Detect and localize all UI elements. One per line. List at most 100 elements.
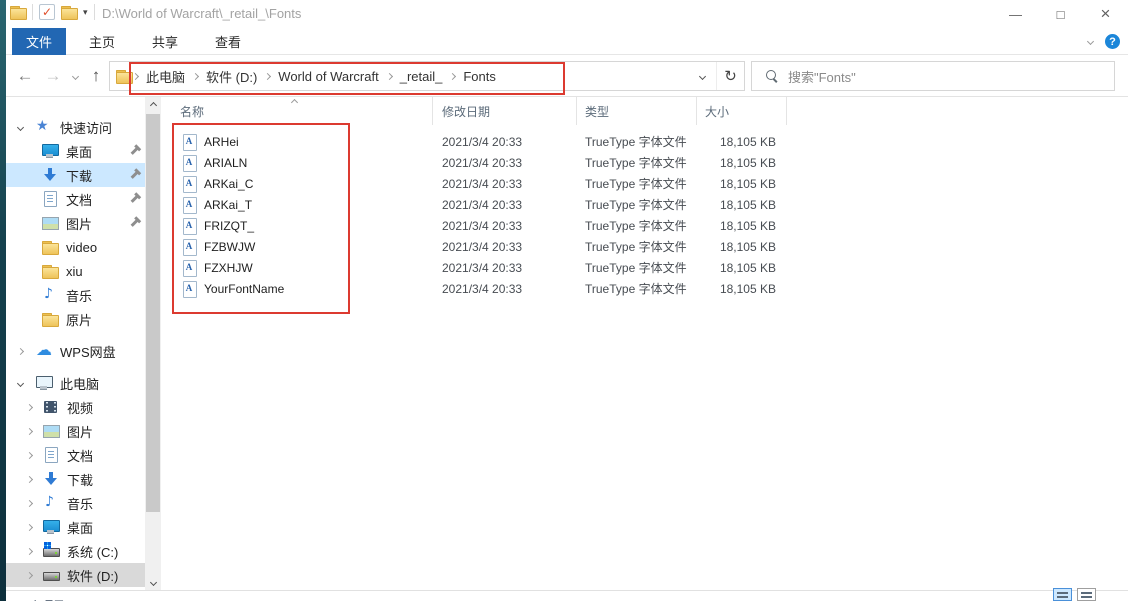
sidebar-item-图片[interactable]: 图片 (6, 419, 145, 443)
chevron-right-icon[interactable] (12, 349, 28, 354)
scroll-up-icon[interactable] (145, 97, 161, 113)
chevron-right-icon[interactable] (21, 501, 37, 506)
details-view-icon[interactable] (1053, 588, 1072, 601)
file-list-pane: 名称 修改日期 类型 大小 ARHei2021/3/4 20:33TrueTyp… (161, 97, 1128, 590)
toolbar-separator (32, 4, 33, 20)
file-row[interactable]: YourFontName2021/3/4 20:33TrueType 字体文件1… (161, 278, 1128, 299)
computer-icon (36, 375, 52, 391)
sidebar-item-video[interactable]: video (6, 235, 145, 259)
sidebar-item-label: 下载 (66, 166, 92, 185)
sidebar-item-下载[interactable]: 下载 (6, 163, 145, 187)
recent-locations-icon[interactable] (66, 55, 84, 97)
thumbnails-view-icon[interactable] (1077, 588, 1096, 601)
breadcrumb-item[interactable]: 此电脑 (139, 67, 192, 86)
file-row[interactable]: FRIZQT_2021/3/4 20:33TrueType 字体文件18,105… (161, 215, 1128, 236)
sidebar-item-原片[interactable]: 原片 (6, 307, 145, 331)
new-folder-icon[interactable] (61, 4, 77, 20)
file-type: TrueType 字体文件 (577, 259, 697, 276)
pin-icon (131, 171, 139, 179)
file-row[interactable]: ARKai_C2021/3/4 20:33TrueType 字体文件18,105… (161, 173, 1128, 194)
status-bar: 8 个项目 (6, 590, 1128, 601)
breadcrumb-separator-icon (264, 72, 271, 79)
sidebar-item-此电脑[interactable]: 此电脑 (6, 371, 145, 395)
sidebar-item-桌面[interactable]: 桌面 (6, 139, 145, 163)
close-button[interactable]: × (1083, 0, 1128, 28)
sidebar-item-系统 (C:)[interactable]: 系统 (C:) (6, 539, 145, 563)
help-icon[interactable]: ? (1105, 34, 1120, 49)
address-bar[interactable]: 此电脑软件 (D:) World of Warcraft _retail_ Fonts… (109, 61, 745, 91)
tab-share[interactable]: 共享 (138, 28, 192, 55)
breadcrumb-separator-icon (132, 72, 139, 79)
column-header-type[interactable]: 类型 (577, 97, 697, 125)
sidebar-item-下载[interactable]: 下载 (6, 467, 145, 491)
tab-home[interactable]: 主页 (75, 28, 129, 55)
file-date-modified: 2021/3/4 20:33 (433, 282, 577, 296)
column-header-date-modified[interactable]: 修改日期 (433, 97, 577, 125)
breadcrumb-item[interactable]: 软件 (D:) (199, 67, 264, 86)
collapse-ribbon-icon[interactable] (1087, 38, 1094, 45)
sidebar-item-图片[interactable]: 图片 (6, 211, 145, 235)
sidebar-item-label: 文档 (67, 446, 93, 465)
maximize-button[interactable]: □ (1038, 0, 1083, 28)
truetype-file-icon (183, 239, 196, 255)
sidebar-item-快速访问[interactable]: 快速访问 (6, 115, 145, 139)
sidebar-item-音乐[interactable]: 音乐 (6, 491, 145, 515)
file-row[interactable]: FZBWJW2021/3/4 20:33TrueType 字体文件18,105 … (161, 236, 1128, 257)
minimize-button[interactable]: — (993, 0, 1038, 28)
refresh-icon[interactable]: ↻ (716, 62, 744, 90)
file-size: 18,105 KB (697, 135, 787, 149)
file-date-modified: 2021/3/4 20:33 (433, 177, 577, 191)
sidebar-item-label: 下载 (67, 470, 93, 489)
drive-icon (43, 567, 59, 583)
breadcrumb-item[interactable]: World of Warcraft (271, 69, 385, 84)
sidebar-item-软件 (D:)[interactable]: 软件 (D:) (6, 563, 145, 587)
file-type: TrueType 字体文件 (577, 196, 697, 213)
sidebar-item-音乐[interactable]: 音乐 (6, 283, 145, 307)
file-row[interactable]: FZXHJW2021/3/4 20:33TrueType 字体文件18,105 … (161, 257, 1128, 278)
file-name: YourFontName (204, 282, 284, 296)
properties-check-icon[interactable] (39, 4, 55, 20)
file-row[interactable]: ARHei2021/3/4 20:33TrueType 字体文件18,105 K… (161, 131, 1128, 152)
file-type: TrueType 字体文件 (577, 133, 697, 150)
up-button[interactable]: ↑ (84, 55, 108, 97)
file-size: 18,105 KB (697, 219, 787, 233)
sidebar-item-文档[interactable]: 文档 (6, 443, 145, 467)
scroll-down-icon[interactable] (145, 574, 161, 590)
chevron-right-icon[interactable] (21, 525, 37, 530)
chevron-right-icon[interactable] (21, 477, 37, 482)
folder-icon (42, 239, 58, 255)
file-date-modified: 2021/3/4 20:33 (433, 156, 577, 170)
sidebar-item-视频[interactable]: 视频 (6, 395, 145, 419)
chevron-right-icon[interactable] (21, 405, 37, 410)
chevron-right-icon[interactable] (21, 573, 37, 578)
scrollbar-thumb[interactable] (146, 114, 160, 512)
chevron-right-icon[interactable] (21, 549, 37, 554)
back-button[interactable]: ← (12, 55, 38, 97)
column-header-size[interactable]: 大小 (697, 97, 787, 125)
breadcrumb-separator-icon (449, 72, 456, 79)
file-row[interactable]: ARKai_T2021/3/4 20:33TrueType 字体文件18,105… (161, 194, 1128, 215)
chevron-down-icon[interactable] (12, 381, 28, 386)
chevron-down-icon[interactable] (12, 125, 28, 130)
music-icon (43, 495, 59, 511)
tab-file[interactable]: 文件 (12, 28, 66, 55)
tab-view[interactable]: 查看 (201, 28, 255, 55)
file-row[interactable]: ARIALN2021/3/4 20:33TrueType 字体文件18,105 … (161, 152, 1128, 173)
ribbon-tab-bar: 文件 主页 共享 查看 ? (6, 28, 1128, 55)
sidebar-item-xiu[interactable]: xiu (6, 259, 145, 283)
address-dropdown-icon[interactable] (688, 62, 716, 90)
breadcrumb-item[interactable]: _retail_ (393, 69, 450, 84)
chevron-right-icon[interactable] (21, 429, 37, 434)
search-box[interactable]: 搜索"Fonts" (751, 61, 1115, 91)
sidebar-scrollbar[interactable] (145, 97, 161, 590)
sidebar-item-WPS网盘[interactable]: WPS网盘 (6, 339, 145, 363)
forward-button[interactable]: → (40, 55, 66, 97)
chevron-right-icon[interactable] (21, 453, 37, 458)
breadcrumb-item[interactable]: Fonts (456, 69, 503, 84)
sidebar-item-label: 音乐 (67, 494, 93, 513)
customize-toolbar-caret-icon[interactable]: ▾ (83, 7, 88, 18)
sidebar-item-桌面[interactable]: 桌面 (6, 515, 145, 539)
sidebar-item-label: 图片 (67, 422, 93, 441)
window-folder-icon[interactable] (10, 4, 26, 20)
sidebar-item-文档[interactable]: 文档 (6, 187, 145, 211)
